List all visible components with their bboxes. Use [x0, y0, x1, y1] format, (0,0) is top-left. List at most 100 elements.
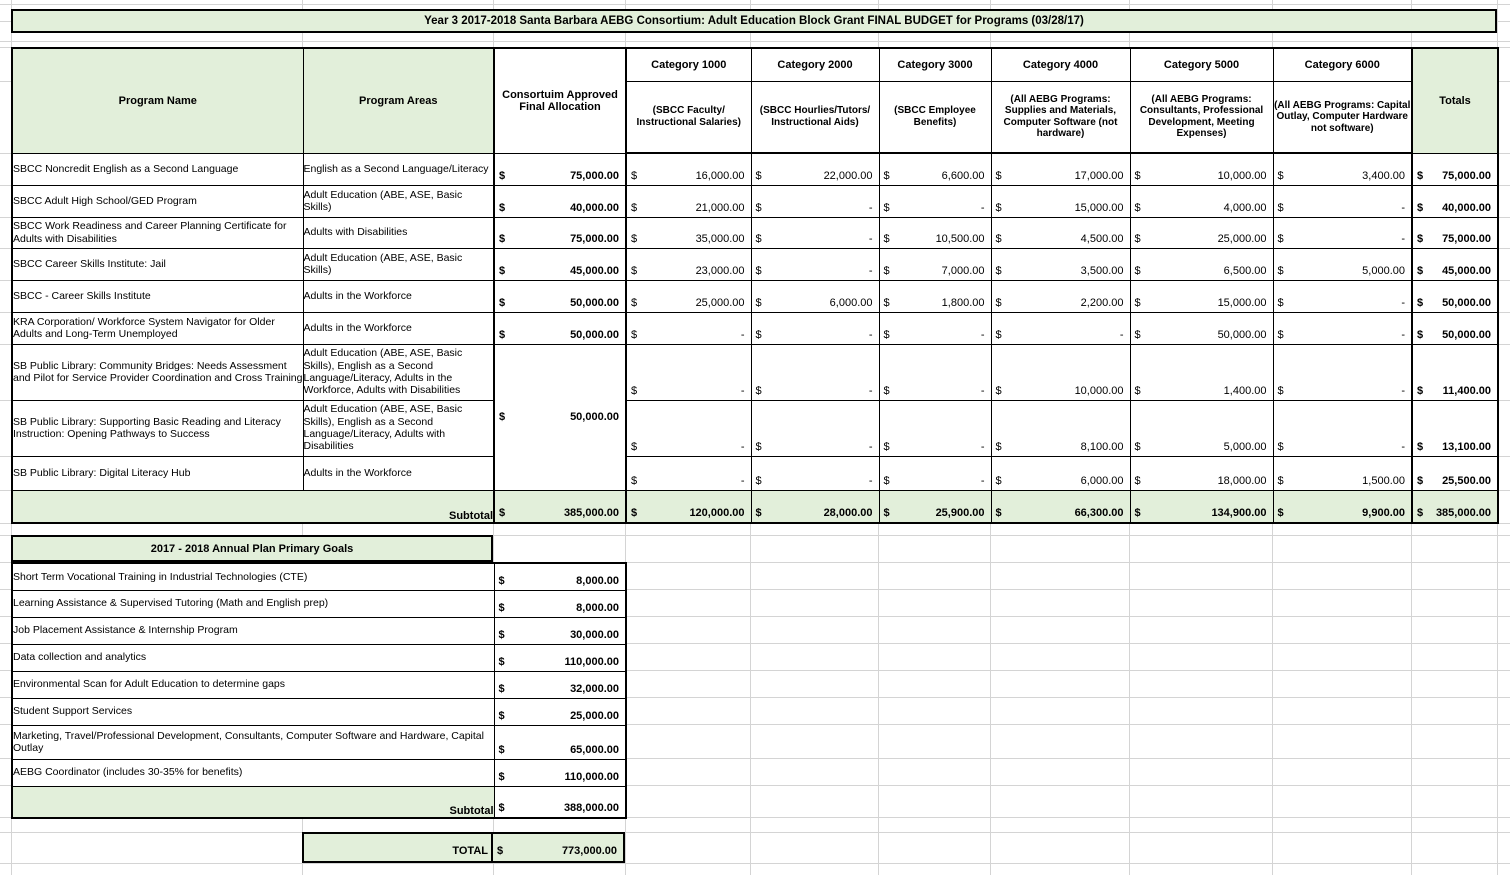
program-areas-cell[interactable]: English as a Second Language/Literacy — [303, 153, 494, 185]
header-category-6000-desc[interactable]: (All AEBG Programs: Capital Outlay, Comp… — [1273, 81, 1412, 153]
category-6000-cell[interactable]: $- — [1273, 344, 1412, 400]
category-4000-cell[interactable]: $2,200.00 — [991, 280, 1130, 312]
header-category-1000-desc[interactable]: (SBCC Faculty/ Instructional Salaries) — [626, 81, 751, 153]
header-program-areas[interactable]: Program Areas — [303, 48, 494, 153]
program-name-cell[interactable]: SBCC Work Readiness and Career Planning … — [12, 217, 303, 248]
header-category-6000[interactable]: Category 6000 — [1273, 48, 1412, 81]
allocation-cell[interactable]: $50,000.00 — [494, 280, 626, 312]
category-1000-cell[interactable]: $- — [626, 400, 751, 456]
goals-header-cell[interactable]: 2017 - 2018 Annual Plan Primary Goals — [11, 535, 493, 562]
category-3000-cell[interactable]: $1,800.00 — [879, 280, 991, 312]
category-3000-cell[interactable]: $- — [879, 456, 991, 490]
program-areas-cell[interactable]: Adults with Disabilities — [303, 217, 494, 248]
subtotal-category-1000-cell[interactable]: $120,000.00 — [626, 490, 751, 523]
program-name-cell[interactable]: SBCC - Career Skills Institute — [12, 280, 303, 312]
goal-amount-cell[interactable]: $30,000.00 — [494, 617, 626, 644]
goal-amount-cell[interactable]: $65,000.00 — [494, 725, 626, 759]
goal-label-cell[interactable]: Short Term Vocational Training in Indust… — [12, 563, 494, 590]
category-3000-cell[interactable]: $7,000.00 — [879, 248, 991, 280]
category-4000-cell[interactable]: $6,000.00 — [991, 456, 1130, 490]
allocation-cell[interactable]: $50,000.00 — [494, 312, 626, 344]
header-category-2000[interactable]: Category 2000 — [751, 48, 879, 81]
subtotal-category-5000-cell[interactable]: $134,900.00 — [1130, 490, 1273, 523]
category-2000-cell[interactable]: $- — [751, 312, 879, 344]
allocation-cell-merged[interactable]: $50,000.00 — [494, 344, 626, 490]
category-2000-cell[interactable]: $- — [751, 248, 879, 280]
header-category-2000-desc[interactable]: (SBCC Hourlies/Tutors/ Instructional Aid… — [751, 81, 879, 153]
goal-amount-cell[interactable]: $8,000.00 — [494, 590, 626, 617]
category-3000-cell[interactable]: $6,600.00 — [879, 153, 991, 185]
row-total-cell[interactable]: $13,100.00 — [1412, 400, 1498, 456]
category-4000-cell[interactable]: $3,500.00 — [991, 248, 1130, 280]
program-areas-cell[interactable]: Adults in the Workforce — [303, 312, 494, 344]
category-4000-cell[interactable]: $15,000.00 — [991, 185, 1130, 217]
category-5000-cell[interactable]: $25,000.00 — [1130, 217, 1273, 248]
program-areas-cell[interactable]: Adult Education (ABE, ASE, Basic Skills)… — [303, 344, 494, 400]
program-name-cell[interactable]: KRA Corporation/ Workforce System Naviga… — [12, 312, 303, 344]
category-2000-cell[interactable]: $22,000.00 — [751, 153, 879, 185]
category-6000-cell[interactable]: $3,400.00 — [1273, 153, 1412, 185]
goal-label-cell[interactable]: Data collection and analytics — [12, 644, 494, 671]
goal-label-cell[interactable]: Learning Assistance & Supervised Tutorin… — [12, 590, 494, 617]
category-1000-cell[interactable]: $- — [626, 344, 751, 400]
goal-amount-cell[interactable]: $25,000.00 — [494, 698, 626, 725]
category-5000-cell[interactable]: $18,000.00 — [1130, 456, 1273, 490]
category-1000-cell[interactable]: $25,000.00 — [626, 280, 751, 312]
goal-amount-cell[interactable]: $110,000.00 — [494, 759, 626, 786]
subtotal-total-cell[interactable]: $385,000.00 — [1412, 490, 1498, 523]
category-2000-cell[interactable]: $- — [751, 217, 879, 248]
row-total-cell[interactable]: $50,000.00 — [1412, 312, 1498, 344]
row-total-cell[interactable]: $50,000.00 — [1412, 280, 1498, 312]
row-total-cell[interactable]: $25,500.00 — [1412, 456, 1498, 490]
row-total-cell[interactable]: $40,000.00 — [1412, 185, 1498, 217]
category-6000-cell[interactable]: $5,000.00 — [1273, 248, 1412, 280]
program-name-cell[interactable]: SBCC Adult High School/GED Program — [12, 185, 303, 217]
allocation-cell[interactable]: $75,000.00 — [494, 217, 626, 248]
program-name-cell[interactable]: SB Public Library: Supporting Basic Read… — [12, 400, 303, 456]
subtotal-allocation-cell[interactable]: $385,000.00 — [494, 490, 626, 523]
header-category-5000[interactable]: Category 5000 — [1130, 48, 1273, 81]
category-1000-cell[interactable]: $23,000.00 — [626, 248, 751, 280]
category-3000-cell[interactable]: $- — [879, 312, 991, 344]
category-4000-cell[interactable]: $17,000.00 — [991, 153, 1130, 185]
allocation-cell[interactable]: $75,000.00 — [494, 153, 626, 185]
category-1000-cell[interactable]: $21,000.00 — [626, 185, 751, 217]
header-category-5000-desc[interactable]: (All AEBG Programs: Consultants, Profess… — [1130, 81, 1273, 153]
row-total-cell[interactable]: $11,400.00 — [1412, 344, 1498, 400]
header-totals[interactable]: Totals — [1412, 48, 1498, 153]
row-total-cell[interactable]: $75,000.00 — [1412, 217, 1498, 248]
category-2000-cell[interactable]: $- — [751, 344, 879, 400]
category-5000-cell[interactable]: $10,000.00 — [1130, 153, 1273, 185]
row-total-cell[interactable]: $45,000.00 — [1412, 248, 1498, 280]
category-6000-cell[interactable]: $- — [1273, 312, 1412, 344]
goal-amount-cell[interactable]: $8,000.00 — [494, 563, 626, 590]
category-6000-cell[interactable]: $- — [1273, 217, 1412, 248]
category-3000-cell[interactable]: $- — [879, 400, 991, 456]
grand-total-label-cell[interactable]: TOTAL — [304, 834, 493, 861]
category-3000-cell[interactable]: $10,500.00 — [879, 217, 991, 248]
category-1000-cell[interactable]: $- — [626, 456, 751, 490]
goal-label-cell[interactable]: Marketing, Travel/Professional Developme… — [12, 725, 494, 759]
category-6000-cell[interactable]: $- — [1273, 280, 1412, 312]
category-6000-cell[interactable]: $- — [1273, 400, 1412, 456]
allocation-cell[interactable]: $45,000.00 — [494, 248, 626, 280]
header-category-4000[interactable]: Category 4000 — [991, 48, 1130, 81]
category-4000-cell[interactable]: $4,500.00 — [991, 217, 1130, 248]
subtotal-category-2000-cell[interactable]: $28,000.00 — [751, 490, 879, 523]
header-category-4000-desc[interactable]: (All AEBG Programs: Supplies and Materia… — [991, 81, 1130, 153]
category-6000-cell[interactable]: $1,500.00 — [1273, 456, 1412, 490]
goal-label-cell[interactable]: Job Placement Assistance & Internship Pr… — [12, 617, 494, 644]
category-5000-cell[interactable]: $15,000.00 — [1130, 280, 1273, 312]
category-4000-cell[interactable]: $10,000.00 — [991, 344, 1130, 400]
header-category-3000[interactable]: Category 3000 — [879, 48, 991, 81]
category-2000-cell[interactable]: $6,000.00 — [751, 280, 879, 312]
row-total-cell[interactable]: $75,000.00 — [1412, 153, 1498, 185]
program-areas-cell[interactable]: Adult Education (ABE, ASE, Basic Skills) — [303, 248, 494, 280]
category-5000-cell[interactable]: $1,400.00 — [1130, 344, 1273, 400]
category-5000-cell[interactable]: $6,500.00 — [1130, 248, 1273, 280]
header-category-3000-desc[interactable]: (SBCC Employee Benefits) — [879, 81, 991, 153]
allocation-cell[interactable]: $40,000.00 — [494, 185, 626, 217]
header-category-1000[interactable]: Category 1000 — [626, 48, 751, 81]
program-name-cell[interactable]: SB Public Library: Community Bridges: Ne… — [12, 344, 303, 400]
category-2000-cell[interactable]: $- — [751, 400, 879, 456]
